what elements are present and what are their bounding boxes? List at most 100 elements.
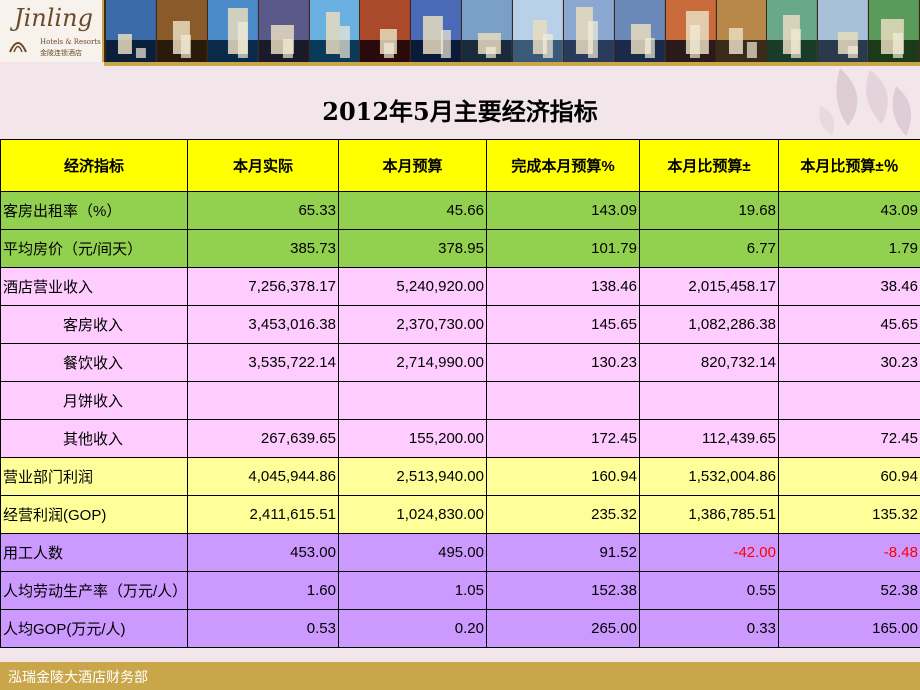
hotel-photo-15-icon (818, 0, 869, 62)
table-row: 用工人数 453.00 495.00 91.52 -42.00 -8.48 (0, 533, 920, 572)
table-cell: 145.65 (486, 305, 640, 344)
table-cell: 0.53 (187, 609, 339, 648)
logo-cn: 金陵连锁酒店 (40, 49, 82, 57)
table-row: 其他收入 267,639.65 155,200.00 172.45 112,439.65… (0, 419, 920, 458)
hotel-photo-8-icon (462, 0, 512, 62)
row-label: 经营利润(GOP) (0, 495, 188, 534)
table-cell: 7,256,378.17 (187, 267, 339, 306)
table-row: 客房出租率（%） 65.33 45.66 143.09 19.68 43.09 (0, 191, 920, 230)
table-cell (338, 381, 487, 420)
table-cell: 1.60 (187, 571, 339, 610)
table-cell: 172.45 (486, 419, 640, 458)
hotel-photo-12-icon (665, 0, 716, 62)
table-cell: 52.38 (778, 571, 920, 610)
table-cell: 2,370,730.00 (338, 305, 487, 344)
column-header: 本月比预算±％ (778, 139, 920, 192)
row-label: 酒店营业收入 (0, 267, 188, 306)
table-row: 餐饮收入 3,535,722.14 2,714,990.00 130.23 820,73… (0, 343, 920, 382)
table-cell: 0.33 (639, 609, 779, 648)
hotel-photo-16-icon (869, 0, 919, 62)
column-header: 本月比预算± (639, 139, 779, 192)
table-cell: 4,045,944.86 (187, 457, 339, 496)
table-cell: 0.55 (639, 571, 779, 610)
hotel-photo-2-icon (156, 0, 207, 62)
table-cell: 101.79 (486, 229, 640, 268)
table-cell: 160.94 (486, 457, 640, 496)
hotel-photo-7-icon (411, 0, 462, 62)
table-cell: 65.33 (187, 191, 339, 230)
hotel-photo-5-icon (309, 0, 360, 62)
economic-indicators-table: 经济指标 本月实际 本月预算 完成本月预算% 本月比预算± 本月比预算±％ 客房… (0, 139, 920, 648)
table-cell: 19.68 (639, 191, 779, 230)
table-cell: 2,411,615.51 (187, 495, 339, 534)
table-cell: 235.32 (486, 495, 640, 534)
row-label: 其他收入 (0, 419, 188, 458)
hotel-photo-9-icon (513, 0, 563, 62)
table-cell: 2,714,990.00 (338, 343, 487, 382)
table-cell: 1.05 (338, 571, 487, 610)
hotel-photo-6-icon (360, 0, 411, 62)
table-cell: 143.09 (486, 191, 640, 230)
table-row: 平均房价（元/间天） 385.73 378.95 101.79 6.77 1.79 (0, 229, 920, 268)
table-cell: 3,453,016.38 (187, 305, 339, 344)
row-label: 人均劳动生产率（万元/人） (0, 571, 188, 610)
hotel-photo-4-icon (258, 0, 309, 62)
row-label: 用工人数 (0, 533, 188, 572)
row-label: 营业部门利润 (0, 457, 188, 496)
table-cell: 5,240,920.00 (338, 267, 487, 306)
table-cell: 267,639.65 (187, 419, 339, 458)
row-label: 月饼收入 (0, 381, 188, 420)
footer-text: 泓瑞金陵大酒店财务部 (8, 670, 148, 686)
table-cell: 152.38 (486, 571, 640, 610)
table-cell: 112,439.65 (639, 419, 779, 458)
table-cell: 1.79 (778, 229, 920, 268)
table-cell: 91.52 (486, 533, 640, 572)
logo-subtitle: Hotels & Resorts (40, 38, 101, 46)
table-cell: 1,024,830.00 (338, 495, 487, 534)
table-cell: 6.77 (639, 229, 779, 268)
table-cell: 1,386,785.51 (639, 495, 779, 534)
hotel-photo-14-icon (767, 0, 818, 62)
row-label: 餐饮收入 (0, 343, 188, 382)
table-cell (486, 381, 640, 420)
table-cell: -8.48 (778, 533, 920, 572)
table-row: 营业部门利润 4,045,944.86 2,513,940.00 160.94 1,53… (0, 457, 920, 496)
hotel-photo-1-icon (106, 0, 156, 62)
table-cell: 385.73 (187, 229, 339, 268)
table-row: 人均GOP(万元/人) 0.53 0.20 265.00 0.33 165.00 (0, 609, 920, 648)
table-cell: 155,200.00 (338, 419, 487, 458)
hotel-photo-10-icon (563, 0, 614, 62)
hotel-photo-3-icon (207, 0, 258, 62)
table-row: 人均劳动生产率（万元/人） 1.60 1.05 152.38 0.55 52.38 (0, 571, 920, 610)
table-row: 酒店营业收入 7,256,378.17 5,240,920.00 138.46 2,01… (0, 267, 920, 306)
table-cell: 38.46 (778, 267, 920, 306)
table-cell: 820,732.14 (639, 343, 779, 382)
hotel-photo-13-icon (716, 0, 767, 62)
row-label: 平均房价（元/间天） (0, 229, 188, 268)
table-cell: 45.66 (338, 191, 487, 230)
table-row: 客房收入 3,453,016.38 2,370,730.00 145.65 1,082,… (0, 305, 920, 344)
table-cell (187, 381, 339, 420)
column-header: 本月实际 (187, 139, 339, 192)
column-header: 经济指标 (0, 139, 188, 192)
table-cell: 2,513,940.00 (338, 457, 487, 496)
table-cell: 1,082,286.38 (639, 305, 779, 344)
logo-brand: Jinling (14, 4, 93, 32)
table-cell: 165.00 (778, 609, 920, 648)
table-cell: 378.95 (338, 229, 487, 268)
table-cell: 43.09 (778, 191, 920, 230)
table-row: 月饼收入 (0, 381, 920, 420)
table-cell (639, 381, 779, 420)
column-header: 本月预算 (338, 139, 487, 192)
table-cell: 3,535,722.14 (187, 343, 339, 382)
table-cell: 72.45 (778, 419, 920, 458)
logo: Jinling Hotels & Resorts 金陵连锁酒店 (0, 0, 104, 62)
table-cell: 2,015,458.17 (639, 267, 779, 306)
row-label: 人均GOP(万元/人) (0, 609, 188, 648)
table-cell: 495.00 (338, 533, 487, 572)
table-cell: 453.00 (187, 533, 339, 572)
page-title: 2012年5月主要经济指标 (322, 97, 598, 126)
table-cell: 45.65 (778, 305, 920, 344)
table-cell: 1,532,004.86 (639, 457, 779, 496)
table-cell: 0.20 (338, 609, 487, 648)
